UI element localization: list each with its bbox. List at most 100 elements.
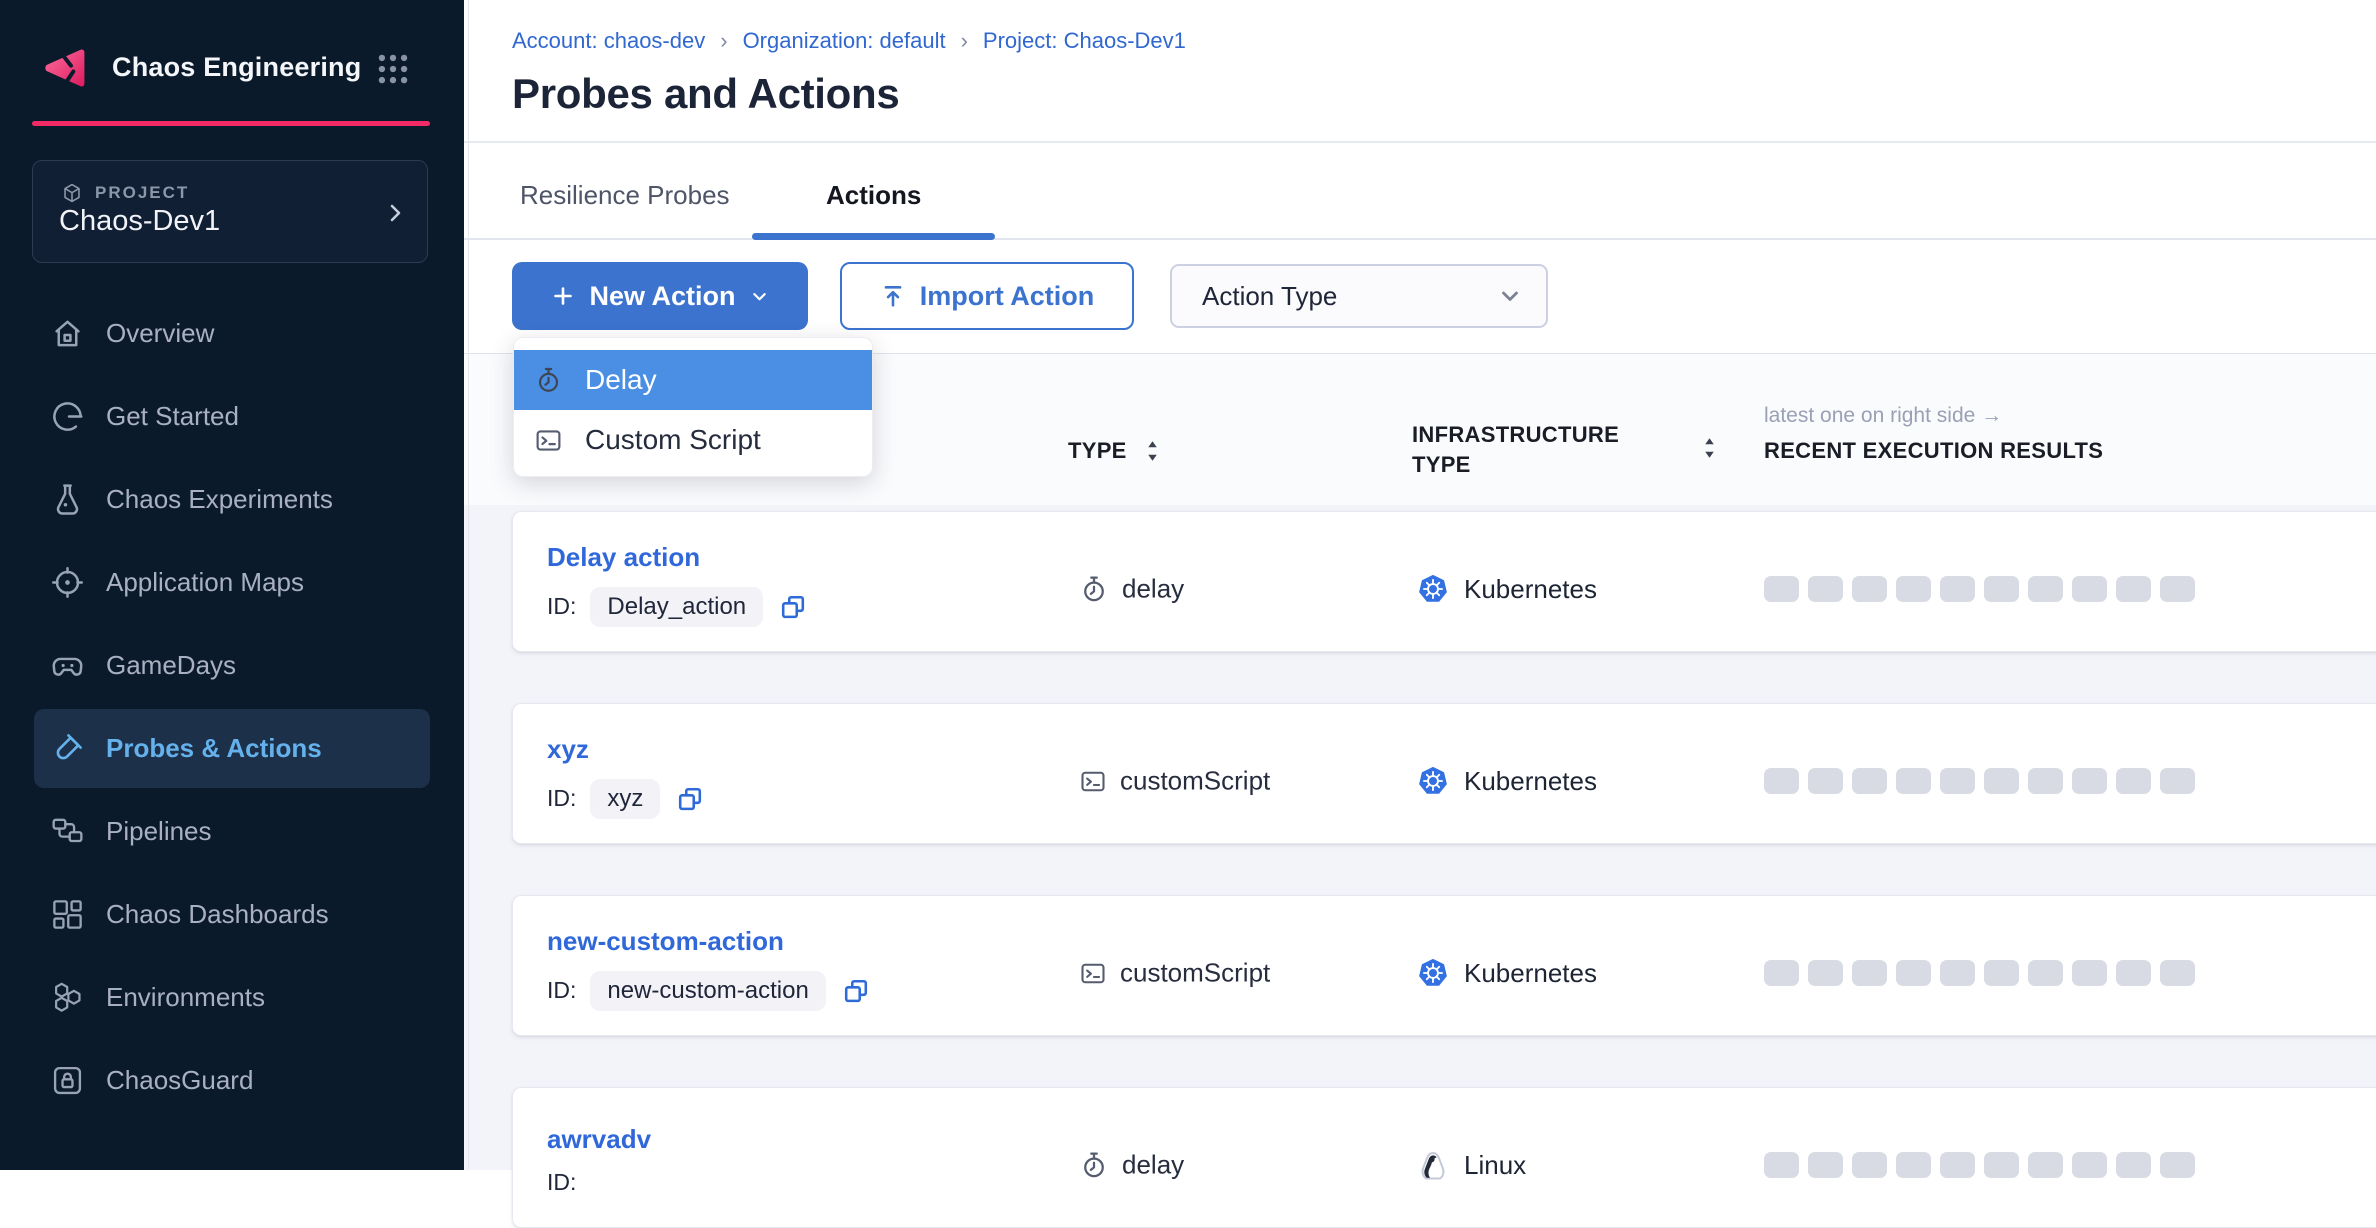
execution-result-slot [1940,576,1975,602]
action-type-cell: customScript [1079,958,1270,989]
action-id-row: ID: Delay_action [547,587,807,627]
menu-item-delay[interactable]: Delay [514,350,872,410]
action-name-link[interactable]: Delay action [547,542,700,573]
chaos-engineering-logo-icon [36,40,92,96]
table-row: awrvadv ID: delay Linux [512,1087,2376,1228]
get-started-icon [50,399,85,434]
execution-result-slot [2072,960,2107,986]
stopwatch-icon [534,366,563,395]
copy-icon[interactable] [676,785,704,813]
sidebar-item-overview[interactable]: Overview [0,292,464,375]
import-action-label: Import Action [920,281,1095,312]
pipelines-icon [50,814,85,849]
sidebar-item-chaos-experiments[interactable]: Chaos Experiments [0,458,464,541]
action-name-cell: xyz ID: xyz [547,734,704,819]
stopwatch-icon [1079,1150,1109,1180]
execution-result-slot [1940,1152,1975,1178]
execution-result-slot [2160,1152,2195,1178]
sidebar-item-chaos-dashboards[interactable]: Chaos Dashboards [0,873,464,956]
action-name-link[interactable]: xyz [547,734,589,765]
terminal-icon [534,426,563,455]
infrastructure-cell: Linux [1416,1148,1526,1182]
module-grid-icon[interactable] [374,50,412,88]
action-id-value: xyz [590,779,660,819]
action-type-value: delay [1122,574,1184,605]
sidebar: Chaos Engineering PROJECT Chaos-Dev1 Ove… [0,0,464,1170]
execution-result-slot [2072,576,2107,602]
sidebar-item-get-started[interactable]: Get Started [0,375,464,458]
copy-icon[interactable] [779,593,807,621]
action-id-row: ID: new-custom-action [547,971,870,1011]
sidebar-item-label: ChaosGuard [106,1065,253,1096]
active-tab-underline [752,233,995,240]
execution-result-slot [1764,768,1799,794]
execution-result-slot [2160,960,2195,986]
execution-result-slot [1808,1152,1843,1178]
sidebar-item-label: Chaos Experiments [106,484,333,515]
action-type-select[interactable]: Action Type [1170,264,1548,328]
breadcrumb-account-link[interactable]: Account: chaos-dev [512,28,705,54]
column-header-recent-execution-results: RECENT EXECUTION RESULTS [1764,438,2103,464]
recent-execution-results [1764,960,2195,986]
id-label: ID: [547,1169,576,1196]
id-label: ID: [547,593,576,620]
kubernetes-icon [1416,956,1450,990]
execution-result-slot [1896,1152,1931,1178]
copy-icon[interactable] [842,977,870,1005]
execution-result-slot [1984,576,2019,602]
action-type-select-value: Action Type [1202,281,1337,312]
table-row: xyz ID: xyz customScript Kubernetes [512,703,2376,844]
breadcrumb-separator: › [961,28,968,54]
sort-icon[interactable] [1145,439,1160,463]
execution-result-slot [1808,960,1843,986]
sidebar-item-application-maps[interactable]: Application Maps [0,541,464,624]
action-name-cell: awrvadv ID: [547,1124,651,1196]
home-icon [50,316,85,351]
menu-item-label: Delay [585,364,657,396]
sidebar-item-pipelines[interactable]: Pipelines [0,790,464,873]
infrastructure-cell: Kubernetes [1416,764,1597,798]
upload-icon [880,283,906,309]
breadcrumb-project-link[interactable]: Project: Chaos-Dev1 [983,28,1186,54]
plus-icon [551,284,575,308]
menu-item-custom-script[interactable]: Custom Script [514,410,872,470]
sidebar-item-environments[interactable]: Environments [0,956,464,1039]
execution-result-slot [1764,576,1799,602]
sidebar-item-label: Application Maps [106,567,304,598]
execution-result-slot [1896,960,1931,986]
tab-actions[interactable]: Actions [826,180,921,211]
infrastructure-value: Kubernetes [1464,958,1597,989]
action-type-cell: delay [1079,574,1184,605]
breadcrumb-organization-link[interactable]: Organization: default [743,28,946,54]
import-action-button[interactable]: Import Action [840,262,1134,330]
action-name-cell: new-custom-action ID: new-custom-action [547,926,870,1011]
page-title: Probes and Actions [512,70,899,118]
project-label: PROJECT [95,183,189,203]
id-label: ID: [547,785,576,812]
sort-icon[interactable] [1702,436,1717,460]
action-type-value: customScript [1120,766,1270,797]
title-divider [464,141,2376,143]
sidebar-item-chaosguard[interactable]: ChaosGuard [0,1039,464,1122]
action-name-link[interactable]: awrvadv [547,1124,651,1155]
recent-execution-results [1764,768,2195,794]
action-id-row: ID: xyz [547,779,704,819]
sidebar-item-label: Chaos Dashboards [106,899,329,930]
sidebar-item-gamedays[interactable]: GameDays [0,624,464,707]
execution-result-slot [2072,1152,2107,1178]
execution-result-slot [1808,768,1843,794]
new-action-button[interactable]: New Action [512,262,808,330]
chevron-right-icon [383,201,407,225]
action-name-link[interactable]: new-custom-action [547,926,784,957]
execution-result-slot [2160,768,2195,794]
execution-result-slot [1984,768,2019,794]
project-selector[interactable]: PROJECT Chaos-Dev1 [32,160,428,263]
kubernetes-icon [1416,572,1450,606]
table-row: Delay action ID: Delay_action delay Kube… [512,511,2376,652]
breadcrumb-separator: › [720,28,727,54]
column-header-type: TYPE [1068,438,1160,464]
execution-result-slot [2160,576,2195,602]
sidebar-item-probes-and-actions[interactable]: Probes & Actions [34,709,430,788]
tab-resilience-probes[interactable]: Resilience Probes [520,180,730,211]
sidebar-item-label: GameDays [106,650,236,681]
